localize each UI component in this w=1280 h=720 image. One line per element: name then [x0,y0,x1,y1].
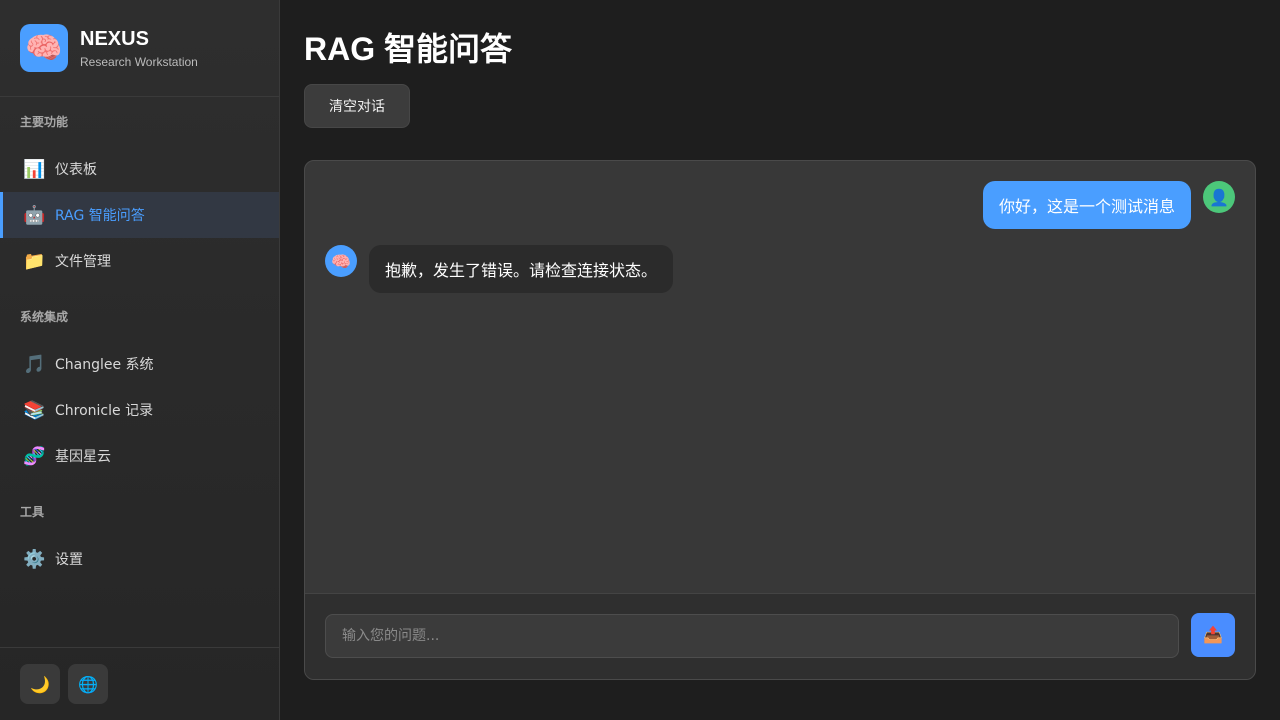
globe-icon: 🌐 [78,674,98,694]
bar-chart-icon: 📊 [23,158,46,180]
sidebar-footer: 🌙 🌐 [0,647,279,720]
sidebar-item-label: Changlee 系统 [55,357,154,373]
page-title: RAG 智能问答 [304,31,513,67]
robot-icon: 🤖 [23,204,46,226]
brain-icon: 🧠 [331,251,351,271]
chat-input-area: 📤 [305,593,1255,679]
brand-title: NEXUS [80,27,149,50]
sidebar-item-dashboard[interactable]: 📊 仪表板 [0,146,279,192]
sidebar-item-label: 仪表板 [55,162,97,178]
assistant-message: 抱歉，发生了错误。请检查连接状态。 [369,245,674,293]
chat-panel: 你好，这是一个测试消息 👤 🧠 抱歉，发生了错误。请检查连接状态。 📤 [304,160,1256,680]
section-label-main: 主要功能 [20,115,69,129]
section-label-tools: 工具 [20,505,45,519]
sidebar: 🧠 NEXUS Research Workstation 主要功能 📊 仪表板 … [0,0,280,720]
clear-chat-button[interactable]: 清空对话 [304,84,410,128]
sidebar-item-label: Chronicle 记录 [55,403,154,419]
brand-subtitle: Research Workstation [80,54,198,69]
assistant-avatar: 🧠 [325,245,357,277]
outbox-icon: 📤 [1203,627,1223,644]
language-button[interactable]: 🌐 [68,664,108,704]
sidebar-item-chronicle[interactable]: 📚 Chronicle 记录 [0,387,279,433]
sidebar-item-label: 文件管理 [55,254,111,270]
folder-icon: 📁 [23,250,46,272]
sidebar-item-settings[interactable]: ⚙️ 设置 [0,536,279,582]
brain-icon: 🧠 [20,24,68,72]
gear-icon: ⚙️ [23,548,46,570]
sidebar-item-label: 设置 [55,552,83,568]
dna-icon: 🧬 [23,445,46,467]
user-icon: 👤 [1209,187,1229,207]
books-icon: 📚 [23,399,46,421]
user-avatar: 👤 [1203,181,1235,213]
sidebar-item-rag[interactable]: 🤖 RAG 智能问答 [0,192,279,238]
user-message: 你好，这是一个测试消息 [982,181,1191,229]
send-button[interactable]: 📤 [1191,613,1235,657]
sidebar-item-gene-nebula[interactable]: 🧬 基因星云 [0,433,279,479]
sidebar-item-files[interactable]: 📁 文件管理 [0,238,279,284]
moon-icon: 🌙 [30,674,50,694]
chat-input[interactable] [325,614,1179,658]
music-note-icon: 🎵 [23,353,46,375]
sidebar-item-label: 基因星云 [55,449,111,465]
brand-header: 🧠 NEXUS Research Workstation [0,0,279,97]
sidebar-item-label: RAG 智能问答 [55,208,145,224]
sidebar-item-changlee[interactable]: 🎵 Changlee 系统 [0,341,279,387]
theme-toggle-button[interactable]: 🌙 [20,664,60,704]
section-label-integration: 系统集成 [20,310,69,324]
